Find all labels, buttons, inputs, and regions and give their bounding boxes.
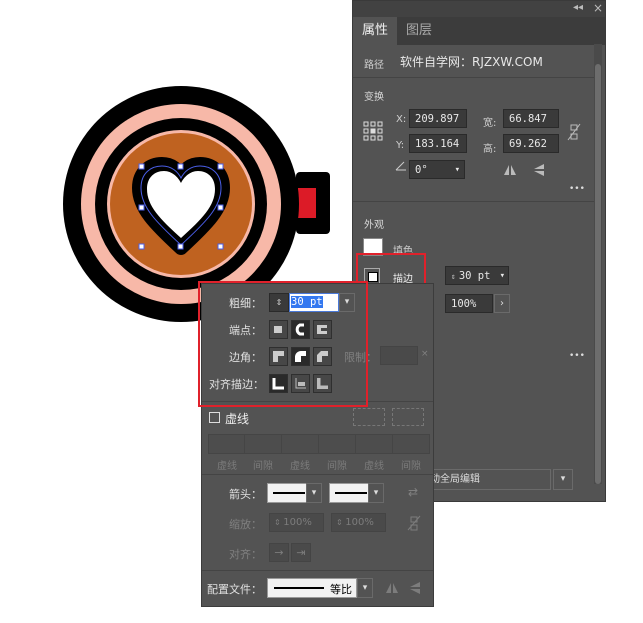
scale-label: 缩放： — [229, 518, 262, 531]
link-scale-icon[interactable] — [407, 515, 421, 531]
chevron-down-icon[interactable]: ▾ — [368, 483, 384, 503]
gap-field-2[interactable] — [318, 434, 356, 454]
scale-end-field[interactable]: ⇕ 100% — [331, 513, 386, 532]
watermark-text: 软件自学网：RJZXW.COM — [400, 55, 543, 69]
stepper-icon: ⇕ — [336, 518, 346, 527]
height-label: 高: — [483, 144, 497, 155]
width-field[interactable]: 66.847 m — [503, 109, 559, 128]
chevron-down-icon[interactable]: ▾ — [455, 161, 460, 180]
divider — [202, 570, 433, 571]
flip-along-icon[interactable] — [385, 582, 399, 594]
limit-field[interactable] — [380, 346, 418, 365]
chevron-down-icon[interactable]: ▾ — [553, 469, 573, 490]
x-field[interactable]: 209.897 — [409, 109, 467, 128]
appearance-title: 外观 — [364, 220, 384, 231]
cup-handle[interactable] — [296, 172, 330, 234]
reference-point-icon[interactable] — [363, 121, 383, 141]
dash-field-3[interactable] — [355, 434, 393, 454]
opacity-field[interactable]: 100% — [445, 294, 493, 313]
scale-start-field[interactable]: ⇕ 100% — [269, 513, 324, 532]
dash-label: 虚线 — [364, 461, 384, 472]
swap-arrows-icon[interactable]: ⇄ — [408, 485, 418, 499]
close-icon[interactable]: × — [593, 1, 603, 15]
tab-properties[interactable]: 属性 — [353, 17, 398, 45]
gap-label: 间隙 — [401, 461, 421, 472]
arrow-tip-at-end-icon[interactable]: ⇥ — [291, 543, 311, 562]
width-label: 宽: — [483, 118, 497, 129]
profile-value: 等比 — [330, 583, 352, 596]
chevron-down-icon[interactable]: ▾ — [306, 483, 322, 503]
flip-vertical-icon[interactable] — [533, 163, 545, 177]
gap-label: 间隙 — [327, 461, 347, 472]
constrain-proportions-icon[interactable] — [567, 123, 581, 141]
gap-field-3[interactable] — [392, 434, 430, 454]
y-label: Y: — [396, 140, 405, 151]
more-options-icon[interactable]: ••• — [569, 184, 585, 194]
transform-title: 变换 — [364, 92, 384, 103]
x-label: X: — [396, 114, 407, 125]
highlight-stroke-options-box — [198, 281, 368, 407]
angle-field[interactable]: 0° ▾ — [409, 160, 465, 179]
stepper-icon: ⇕ — [274, 518, 284, 527]
tab-row: 属性 图层 — [353, 17, 605, 45]
chevron-right-icon[interactable]: › — [494, 294, 510, 313]
align-dash-icon[interactable] — [392, 408, 424, 426]
flip-horizontal-icon[interactable] — [503, 164, 517, 176]
arrow-label: 箭头： — [229, 488, 262, 501]
dash-field-1[interactable] — [208, 434, 246, 454]
scale-start-value: 100% — [283, 517, 312, 528]
profile-label: 配置文件： — [207, 583, 262, 596]
chevron-down-icon[interactable]: ▾ — [500, 267, 505, 286]
preserve-dash-icon[interactable] — [353, 408, 385, 426]
dashed-checkbox[interactable] — [209, 412, 220, 423]
scroll-thumb[interactable] — [595, 64, 601, 484]
chevron-down-icon[interactable]: ▾ — [357, 578, 373, 598]
divider — [353, 201, 597, 202]
dash-label: 虚线 — [217, 461, 237, 472]
dash-label: 虚线 — [290, 461, 310, 472]
align-arrow-label: 对齐： — [229, 548, 262, 561]
dashed-label: 虚线 — [225, 412, 250, 426]
dash-field-2[interactable] — [281, 434, 319, 454]
stepper-icon[interactable]: ⇕ — [451, 272, 456, 281]
y-field[interactable]: 183.164 — [409, 134, 467, 153]
angle-value: 0° — [415, 164, 428, 176]
flip-across-icon[interactable] — [409, 581, 421, 595]
panel-scrollbar[interactable] — [594, 44, 602, 484]
height-field[interactable]: 69.262 m — [503, 134, 559, 153]
gap-field-1[interactable] — [244, 434, 282, 454]
stroke-weight-field[interactable]: ⇕ 30 pt ▾ — [445, 266, 509, 285]
more-options-icon[interactable]: ••• — [569, 351, 585, 361]
panel-titlebar[interactable]: ◂◂ × — [353, 1, 605, 17]
path-label: 路径 — [364, 60, 384, 71]
profile-select[interactable]: 等比 — [267, 578, 357, 598]
arrow-tip-beyond-icon[interactable]: → — [269, 543, 289, 562]
gap-label: 间隙 — [253, 461, 273, 472]
tab-layers[interactable]: 图层 — [397, 17, 441, 45]
scale-end-value: 100% — [345, 517, 374, 528]
stroke-weight-value: 30 pt — [458, 270, 491, 282]
divider — [353, 77, 597, 78]
collapse-icon[interactable]: ◂◂ — [573, 2, 583, 13]
rotate-angle-icon — [395, 161, 406, 171]
divider — [202, 474, 433, 475]
global-edit-button[interactable]: 启动全局编辑 — [415, 469, 551, 490]
close-icon: × — [421, 349, 429, 359]
